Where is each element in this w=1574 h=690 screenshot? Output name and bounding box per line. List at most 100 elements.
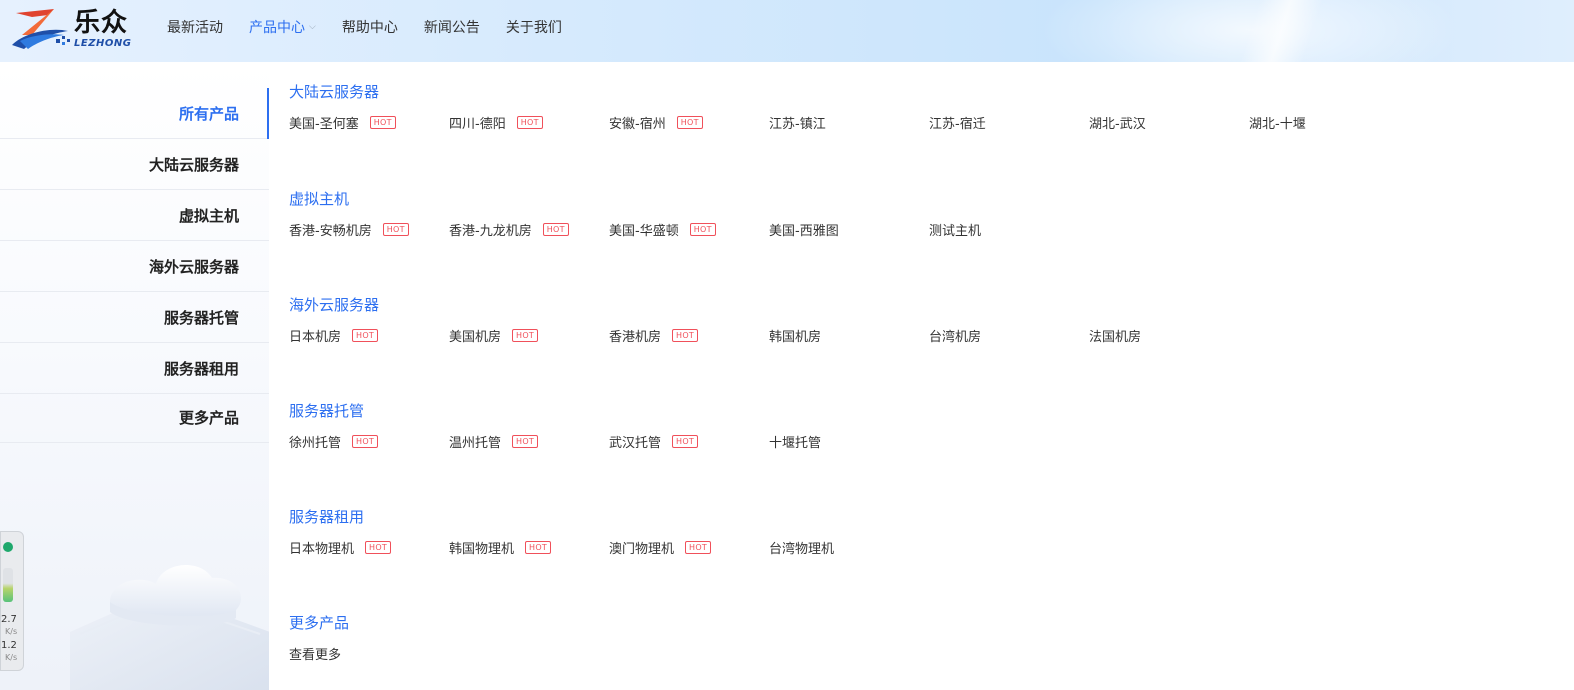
product-link[interactable]: 日本物理机 HOT xyxy=(289,537,392,557)
section-server-hosting: 服务器托管 徐州托管 HOT 温州托管 HOT 武汉托管 HOT 十堰托管 xyxy=(289,401,1489,457)
main-nav: 最新活动 产品中心 ⌵ 帮助中心 新闻公告 关于我们 xyxy=(154,0,575,54)
product-link[interactable]: 武汉托管 HOT xyxy=(609,431,699,451)
product-link[interactable]: 美国机房 HOT xyxy=(449,325,539,345)
section-title[interactable]: 服务器托管 xyxy=(289,401,1489,421)
product-link[interactable]: 湖北-十堰 xyxy=(1249,112,1306,132)
sidebar-item-more-products[interactable]: 更多产品 xyxy=(0,392,269,443)
download-speed-unit: K/s xyxy=(5,653,18,662)
download-speed-value: 1.2 xyxy=(1,640,17,651)
hot-badge: HOT xyxy=(512,328,539,342)
product-link-label: 武汉托管 xyxy=(609,435,662,451)
sidebar-item-virtual-host[interactable]: 虚拟主机 xyxy=(0,190,269,241)
product-link[interactable]: 美国-西雅图 xyxy=(769,219,839,239)
product-link[interactable]: 台湾机房 xyxy=(929,325,981,345)
section-virtual-host: 虚拟主机 香港-安畅机房 HOT 香港-九龙机房 HOT 美国-华盛顿 HOT 美国-西雅图 测… xyxy=(289,189,1489,245)
nav-product-center[interactable]: 产品中心 ⌵ xyxy=(236,17,329,37)
network-speed-widget[interactable]: 2.7 K/s 1.2 K/s xyxy=(0,531,24,671)
nav-label: 关于我们 xyxy=(505,20,562,36)
product-link-label: 香港-九龙机房 xyxy=(449,223,532,239)
brand-logo[interactable]: 乐众 LEZHONG xyxy=(10,4,140,54)
product-link[interactable]: 十堰托管 xyxy=(769,431,821,451)
product-link-label: 法国机房 xyxy=(1089,329,1142,345)
section-title[interactable]: 虚拟主机 xyxy=(289,189,1489,209)
hot-badge: HOT xyxy=(525,540,552,554)
upload-speed-value: 2.7 xyxy=(1,614,17,625)
product-link[interactable]: 江苏-镇江 xyxy=(769,112,826,132)
product-link[interactable]: 日本机房 HOT xyxy=(289,325,379,345)
chevron-down-icon: ⌵ xyxy=(309,22,316,32)
product-link[interactable]: 香港-九龙机房 HOT xyxy=(449,219,569,239)
hot-badge: HOT xyxy=(672,434,699,448)
section-title[interactable]: 更多产品 xyxy=(289,613,1489,633)
product-link-label: 查看更多 xyxy=(289,647,342,663)
product-link-label: 韩国物理机 xyxy=(449,541,515,557)
product-link[interactable]: 法国机房 xyxy=(1089,325,1141,345)
product-link[interactable]: 湖北-武汉 xyxy=(1089,112,1146,132)
product-link-label: 美国-华盛顿 xyxy=(609,223,679,239)
sidebar-item-server-hosting[interactable]: 服务器托管 xyxy=(0,292,269,343)
product-link[interactable]: 温州托管 HOT xyxy=(449,431,539,451)
product-link[interactable]: 香港机房 HOT xyxy=(609,325,699,345)
product-link[interactable]: 四川-德阳 HOT xyxy=(449,112,543,132)
product-link-label: 韩国机房 xyxy=(769,329,822,345)
product-link[interactable]: 徐州托管 HOT xyxy=(289,431,379,451)
product-item-row: 日本机房 HOT 美国机房 HOT 香港机房 HOT 韩国机房 台湾机房 法国机房 xyxy=(289,325,1489,351)
product-link[interactable]: 美国-华盛顿 HOT xyxy=(609,219,716,239)
sidebar-item-overseas-cloud[interactable]: 海外云服务器 xyxy=(0,241,269,292)
nav-about-us[interactable]: 关于我们 xyxy=(493,17,575,37)
product-link-label: 十堰托管 xyxy=(769,435,822,451)
sidebar-item-label: 海外云服务器 xyxy=(148,257,239,276)
section-overseas-cloud: 海外云服务器 日本机房 HOT 美国机房 HOT 香港机房 HOT 韩国机房 台湾机房 法国机房 xyxy=(289,295,1489,351)
product-link-label: 测试主机 xyxy=(929,223,982,239)
product-link-label: 香港-安畅机房 xyxy=(289,223,372,239)
hot-badge: HOT xyxy=(685,540,712,554)
product-link-label: 徐州托管 xyxy=(289,435,342,451)
product-link[interactable]: 安徽-宿州 HOT xyxy=(609,112,703,132)
product-link[interactable]: 澳门物理机 HOT xyxy=(609,537,712,557)
sidebar-item-all-products[interactable]: 所有产品 xyxy=(0,88,269,139)
section-title[interactable]: 大陆云服务器 xyxy=(289,82,1489,102)
product-link-label: 温州托管 xyxy=(449,435,502,451)
lezhong-logo-icon xyxy=(12,9,70,49)
hot-badge: HOT xyxy=(689,222,716,236)
product-link-label: 日本机房 xyxy=(289,329,342,345)
product-link[interactable]: 韩国机房 xyxy=(769,325,821,345)
product-item-row: 香港-安畅机房 HOT 香港-九龙机房 HOT 美国-华盛顿 HOT 美国-西雅图 测试主机 xyxy=(289,219,1489,245)
upload-speed-unit: K/s xyxy=(5,627,18,636)
hot-badge: HOT xyxy=(512,434,539,448)
product-item-row: 查看更多 xyxy=(289,643,1489,669)
product-link[interactable]: 测试主机 xyxy=(929,219,981,239)
product-link[interactable]: 香港-安畅机房 HOT xyxy=(289,219,409,239)
nav-news[interactable]: 新闻公告 xyxy=(411,17,493,37)
nav-help-center[interactable]: 帮助中心 xyxy=(329,17,411,37)
sidebar-item-label: 服务器托管 xyxy=(163,308,239,327)
nav-label: 产品中心 xyxy=(249,20,305,36)
top-header: 乐众 LEZHONG 最新活动 产品中心 ⌵ 帮助中心 新闻公告 关于我们 xyxy=(0,0,1574,62)
product-link-label: 湖北-十堰 xyxy=(1249,116,1306,132)
product-link[interactable]: 查看更多 xyxy=(289,643,341,663)
product-link[interactable]: 江苏-宿迁 xyxy=(929,112,986,132)
logo-text-cn: 乐众 xyxy=(74,7,129,38)
status-dot-icon xyxy=(3,542,13,552)
sidebar-item-mainland-cloud[interactable]: 大陆云服务器 xyxy=(0,139,269,190)
product-category-sidebar: 所有产品 大陆云服务器 虚拟主机 海外云服务器 服务器托管 服务器租用 更多产品… xyxy=(0,62,269,690)
sidebar-item-label: 大陆云服务器 xyxy=(148,155,239,174)
product-item-row: 徐州托管 HOT 温州托管 HOT 武汉托管 HOT 十堰托管 xyxy=(289,431,1489,457)
sidebar-item-label: 所有产品 xyxy=(178,104,239,123)
product-link[interactable]: 美国-圣何塞 HOT xyxy=(289,112,396,132)
hot-badge: HOT xyxy=(382,222,409,236)
product-link-label: 江苏-镇江 xyxy=(769,116,826,132)
product-item-row: 日本物理机 HOT 韩国物理机 HOT 澳门物理机 HOT 台湾物理机 xyxy=(289,537,1489,563)
hot-badge: HOT xyxy=(352,328,379,342)
product-link-label: 江苏-宿迁 xyxy=(929,116,986,132)
product-link-label: 湖北-武汉 xyxy=(1089,116,1146,132)
section-title[interactable]: 服务器租用 xyxy=(289,507,1489,527)
hot-badge: HOT xyxy=(676,115,703,129)
product-link[interactable]: 台湾物理机 xyxy=(769,537,834,557)
product-list-panel: 大陆云服务器 美国-圣何塞 HOT 四川-德阳 HOT 安徽-宿州 HOT 江苏-镇江 江苏-宿… xyxy=(269,62,1574,690)
speed-level-bar xyxy=(3,568,13,602)
nav-latest-activities[interactable]: 最新活动 xyxy=(154,17,236,37)
section-title[interactable]: 海外云服务器 xyxy=(289,295,1489,315)
sidebar-item-server-rental[interactable]: 服务器租用 xyxy=(0,343,269,394)
product-link[interactable]: 韩国物理机 HOT xyxy=(449,537,552,557)
